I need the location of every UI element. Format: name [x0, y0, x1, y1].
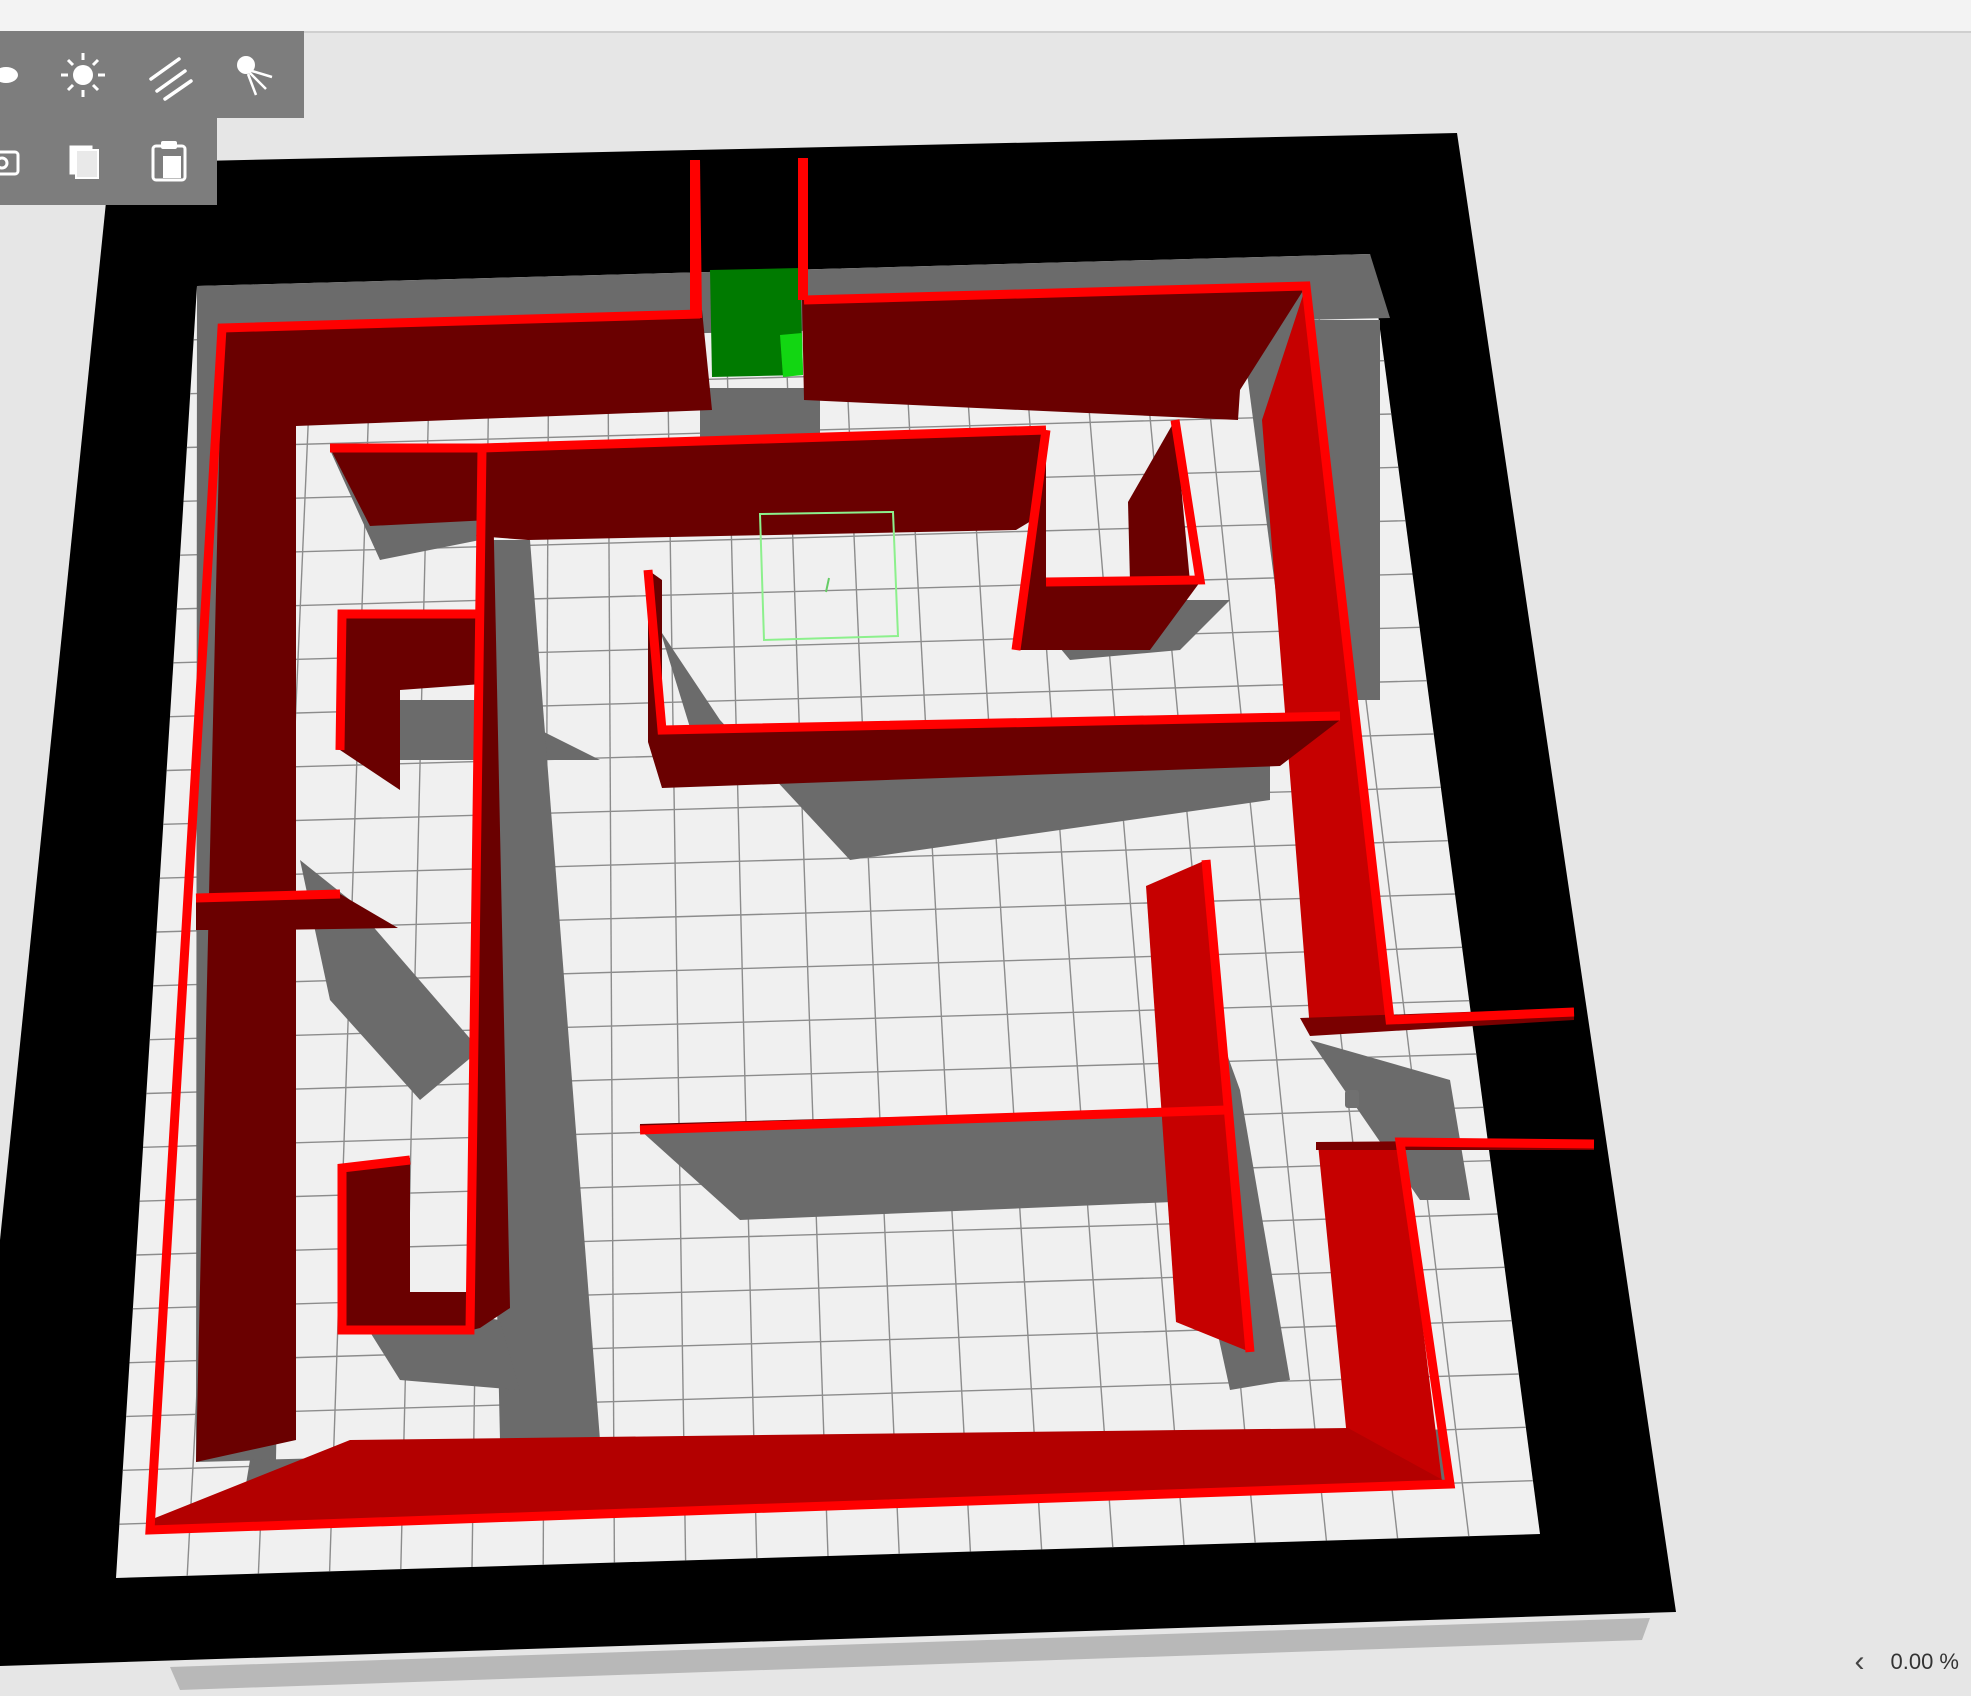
toolbar-row-clipboard [0, 118, 217, 205]
toolbar-row-lights [0, 31, 304, 118]
paste-button[interactable] [135, 126, 205, 196]
ellipse-shape-button[interactable] [0, 39, 52, 109]
screenshot-icon [0, 150, 20, 176]
3d-viewport[interactable] [0, 0, 1971, 1696]
sensor-marker [1345, 1090, 1359, 1108]
screenshot-button[interactable] [0, 126, 52, 196]
directional-light-icon [149, 57, 193, 101]
directional-light-button[interactable] [135, 39, 205, 109]
copy-button[interactable] [48, 126, 118, 196]
paste-icon [151, 141, 187, 182]
progress-indicator: ‹ 0.00 % [1855, 1644, 1960, 1680]
previous-arrow-button[interactable]: ‹ [1855, 1647, 1865, 1677]
light-button[interactable] [48, 39, 118, 109]
light-icon [61, 53, 105, 97]
spot-light-button[interactable] [222, 39, 292, 109]
ellipse-shape-icon [0, 67, 18, 83]
maze-scene [0, 133, 1676, 1690]
spot-light-icon [237, 56, 273, 96]
copy-icon [69, 145, 99, 179]
goal-highlight [780, 333, 803, 377]
progress-value: 0.00 % [1890, 1649, 1960, 1674]
